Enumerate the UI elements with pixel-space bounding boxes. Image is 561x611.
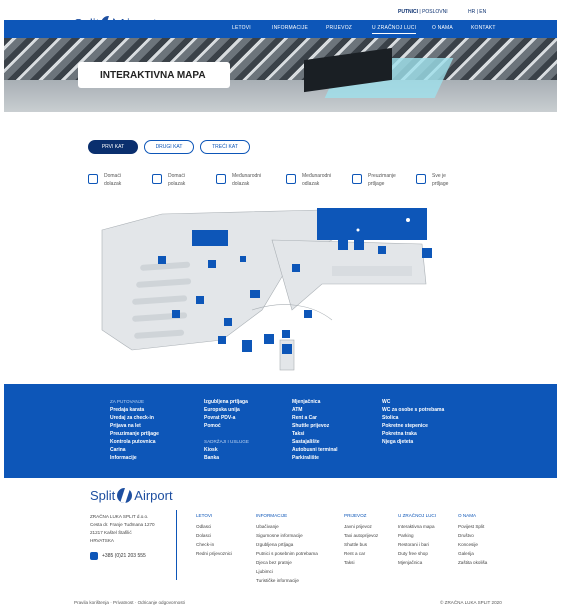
logo-airport: Airport xyxy=(134,488,173,503)
nav-kontakt[interactable]: KONTAKT xyxy=(471,25,496,31)
link-atm[interactable]: ATM xyxy=(292,406,338,414)
company-address: ZRAČNA LUKA SPLIT d.o.o. Cesta dr. Franj… xyxy=(90,514,155,543)
link-eu[interactable]: Europska unija xyxy=(204,406,249,414)
link-traka[interactable]: Pokretna traka xyxy=(382,430,444,438)
link-stepenice[interactable]: Pokretne stepenice xyxy=(382,422,444,430)
footer-col-2: Izgubljena prtljaga Europska unija Povra… xyxy=(204,398,249,462)
footer-logo[interactable]: Split Airport xyxy=(90,488,173,503)
checkbox-icon[interactable] xyxy=(352,174,362,184)
link-check-in[interactable]: Uredaj za check-in xyxy=(110,414,159,422)
tab-prvi-kat[interactable]: PRVI KAT xyxy=(88,140,138,154)
phone-icon xyxy=(90,552,98,560)
link-autobusni[interactable]: Autobusni terminal xyxy=(292,446,338,454)
filter-medunarodni-odlazak[interactable]: Međunarodni odlazak xyxy=(286,172,331,188)
footer-col-3: Mjenjačnica ATM Rent a Car Shuttle prije… xyxy=(292,398,338,462)
link-parkiraliste[interactable]: Parkiralište xyxy=(292,454,338,462)
link-preuzimanje[interactable]: Preuzimanje prtljage xyxy=(110,430,159,438)
filter-domaci-polazak[interactable]: Domaći polazak xyxy=(152,172,185,188)
link-carina[interactable]: Carina xyxy=(110,446,159,454)
link-kontrola[interactable]: Kontrola putovnica xyxy=(110,438,159,446)
nav-u-zracnoj-luci[interactable]: U ZRAČNOJ LUCI xyxy=(372,25,417,34)
filter-sve[interactable]: Sve je prtljage xyxy=(416,172,448,188)
link-informacije[interactable]: Informacije xyxy=(110,454,159,462)
nav-letovi[interactable]: LETOVI xyxy=(232,25,251,31)
hero-banner: INTERAKTIVNA MAPA xyxy=(4,38,557,112)
checkbox-icon[interactable] xyxy=(286,174,296,184)
logo-mark-icon xyxy=(117,488,133,503)
copyright: © ZRAČNA LUKA SPLIT 2020 xyxy=(440,600,502,605)
terminal-floor-map[interactable] xyxy=(92,200,472,378)
link-taksi[interactable]: Taksi xyxy=(292,430,338,438)
link-mjenjacnica[interactable]: Mjenjačnica xyxy=(292,398,338,406)
nav-informacije[interactable]: INFORMACIJE xyxy=(272,25,308,31)
footer-services: ZA PUTOVANJE Predaja karata Uredaj za ch… xyxy=(4,384,557,478)
link-shuttle[interactable]: Shuttle prijevoz xyxy=(292,422,338,430)
footer-links-o-nama: O NAMA Povijest Split Društvo Koncesije … xyxy=(458,513,488,565)
link-sastajaliste[interactable]: Sastajalište xyxy=(292,438,338,446)
footer-links-prijevoz: PRIJEVOZ Javni prijevoz Taxi autoprijevo… xyxy=(344,513,379,565)
link-izgubljena[interactable]: Izgubljena prtljaga xyxy=(204,398,249,406)
filter-medunarodni-dolazak[interactable]: Međunarodni dolazak xyxy=(216,172,261,188)
footer-col-4: WC WC za osobe s potrebama Stolica Pokre… xyxy=(382,398,444,446)
bottom-bar: Pravila korištenja · Privatnost · Odrica… xyxy=(0,596,561,611)
link-pdv[interactable]: Povrat PDV-a xyxy=(204,414,249,422)
footer-links-informacije: INFORMACIJE Ubačivanje Sigurnosne inform… xyxy=(256,513,318,583)
phone-number[interactable]: +385 (0)21 203 555 xyxy=(90,552,146,560)
language-switcher[interactable]: HR | EN xyxy=(468,9,486,15)
col-heading: ZA PUTOVANJE xyxy=(110,399,145,404)
link-prijava[interactable]: Prijava na let xyxy=(110,422,159,430)
page-title: INTERAKTIVNA MAPA xyxy=(78,62,230,88)
footer-col-putovanje: ZA PUTOVANJE Predaja karata Uredaj za ch… xyxy=(110,398,159,462)
filter-preuzimanje-prtljage[interactable]: Preuzimanje prtljage xyxy=(352,172,396,188)
link-rent[interactable]: Rent a Car xyxy=(292,414,338,422)
nav-prijevoz[interactable]: PRIJEVOZ xyxy=(326,25,352,31)
filter-domaci-dolazak[interactable]: Domaći dolazak xyxy=(88,172,121,188)
link-kiosk[interactable]: Kiosk xyxy=(204,446,249,454)
tab-drugi-kat[interactable]: DRUGI KAT xyxy=(144,140,194,154)
footer-links-luka: U ZRAČNOJ LUCI Interaktivna mapa Parking… xyxy=(398,513,437,565)
legal-links[interactable]: Pravila korištenja · Privatnost · Odrica… xyxy=(74,600,185,605)
footer-links-letovi: LETOVI Odlasci Dolasci Check-in Redni pr… xyxy=(196,513,233,556)
checkbox-icon[interactable] xyxy=(416,174,426,184)
link-stolica[interactable]: Stolica xyxy=(382,414,444,422)
checkbox-icon[interactable] xyxy=(216,174,226,184)
logo-split: Split xyxy=(90,488,116,503)
nav-o-nama[interactable]: O NAMA xyxy=(432,25,453,31)
checkbox-icon[interactable] xyxy=(152,174,162,184)
audience-links[interactable]: PUTNICI | POSLOVNI xyxy=(398,9,448,15)
link-pomoc[interactable]: Pomoć xyxy=(204,422,249,430)
link-njega[interactable]: Njega djeteta xyxy=(382,438,444,446)
tab-treci-kat[interactable]: TREĆI KAT xyxy=(200,140,250,154)
main-navigation: LETOVI INFORMACIJE PRIJEVOZ U ZRAČNOJ LU… xyxy=(4,20,557,38)
col-heading: SADRŽAJI I USLUGE xyxy=(204,439,249,444)
link-predaja-karata[interactable]: Predaja karata xyxy=(110,406,159,414)
link-wc[interactable]: WC xyxy=(382,398,444,406)
divider xyxy=(176,510,177,580)
checkbox-icon[interactable] xyxy=(88,174,98,184)
link-wc-potrebe[interactable]: WC za osobe s potrebama xyxy=(382,406,444,414)
link-banka[interactable]: Banka xyxy=(204,454,249,462)
